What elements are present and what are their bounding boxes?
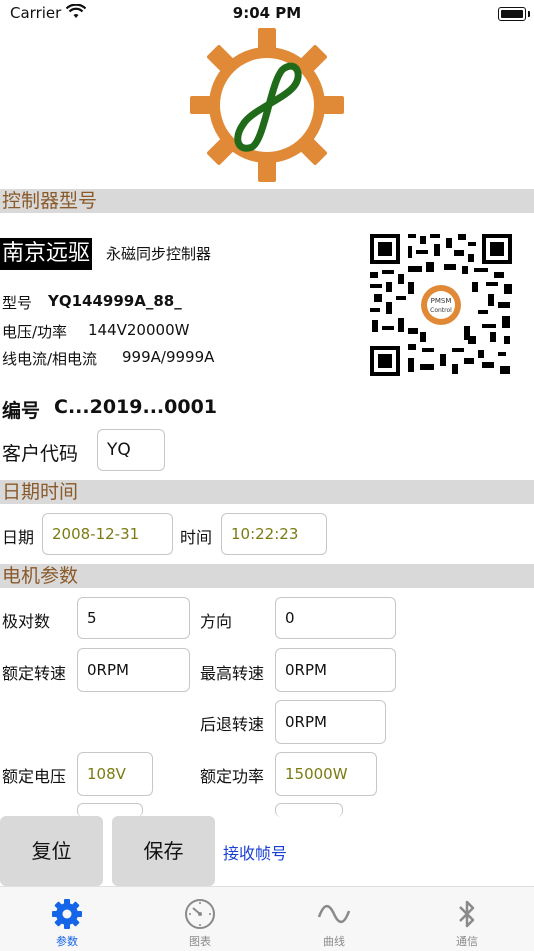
bluetooth-icon: [459, 900, 475, 928]
next-row-input[interactable]: [77, 803, 143, 817]
rated-speed-input[interactable]: 0RPM: [77, 648, 190, 692]
gauge-icon: [185, 899, 215, 929]
qr-code: PMSM Control: [368, 232, 514, 378]
section-controller-model: 控制器型号: [0, 189, 534, 213]
max-speed-label: 最高转速: [200, 664, 265, 683]
brand-logo: [190, 28, 344, 182]
rated-speed-label: 额定转速: [2, 664, 67, 683]
model-label: 型号: [2, 294, 33, 312]
section-title: 日期时间: [2, 481, 79, 503]
max-speed-input[interactable]: 0RPM: [275, 648, 396, 692]
tab-bar: 参数 图表 曲线 通信: [0, 886, 534, 951]
date-label: 日期: [2, 528, 35, 547]
serial-label: 编号: [2, 400, 41, 422]
tab-label: 通信: [456, 935, 478, 948]
tab-label: 图表: [189, 935, 211, 948]
brand-subtitle: 永磁同步控制器: [106, 245, 212, 263]
tab-chart[interactable]: 图表: [160, 887, 240, 951]
voltage-power-value: 144V20000W: [88, 321, 190, 339]
serial-value: C...2019...0001: [54, 396, 218, 418]
customer-code-label: 客户代码: [2, 443, 79, 465]
section-motor-params: 电机参数: [0, 564, 534, 588]
section-title: 控制器型号: [2, 190, 98, 212]
rated-voltage-label: 额定电压: [2, 767, 67, 786]
tab-label: 参数: [56, 935, 78, 948]
svg-text:PMSM: PMSM: [431, 297, 452, 305]
voltage-power-label: 电压/功率: [2, 323, 68, 341]
current-label: 线电流/相电流: [2, 350, 98, 368]
tab-curve[interactable]: 曲线: [294, 887, 374, 951]
reverse-speed-input[interactable]: 0RPM: [275, 700, 386, 744]
model-value: YQ144999A_88_: [48, 292, 182, 310]
reverse-speed-label: 后退转速: [200, 715, 265, 734]
tab-params[interactable]: 参数: [27, 887, 107, 951]
save-button[interactable]: 保存: [112, 816, 215, 886]
rated-voltage-input[interactable]: 108V: [77, 752, 153, 796]
direction-label: 方向: [200, 612, 233, 631]
gear-icon: [52, 899, 82, 929]
rated-power-label: 额定功率: [200, 767, 265, 786]
pole-pairs-label: 极对数: [2, 612, 51, 631]
rated-power-input[interactable]: 15000W: [275, 752, 377, 796]
tab-comm[interactable]: 通信: [427, 887, 507, 951]
status-bar: Carrier 9:04 PM: [0, 0, 534, 30]
pole-pairs-input[interactable]: 5: [77, 597, 190, 639]
customer-code-input[interactable]: YQ: [97, 429, 165, 471]
section-datetime: 日期时间: [0, 480, 534, 504]
next-row-input[interactable]: [275, 803, 343, 817]
tab-label: 曲线: [323, 935, 345, 948]
current-value: 999A/9999A: [122, 348, 215, 366]
reset-button[interactable]: 复位: [0, 816, 103, 886]
status-time: 9:04 PM: [232, 4, 302, 22]
direction-input[interactable]: 0: [275, 597, 396, 639]
svg-text:Control: Control: [430, 307, 452, 314]
date-input[interactable]: 2008-12-31: [42, 513, 173, 555]
battery-icon: [498, 7, 530, 21]
time-label: 时间: [180, 528, 213, 547]
section-title: 电机参数: [2, 565, 79, 587]
brand-name: 南京远驱: [0, 238, 93, 270]
receive-frame-link[interactable]: 接收帧号: [223, 840, 287, 864]
time-input[interactable]: 10:22:23: [221, 513, 327, 555]
wave-icon: [317, 904, 351, 924]
